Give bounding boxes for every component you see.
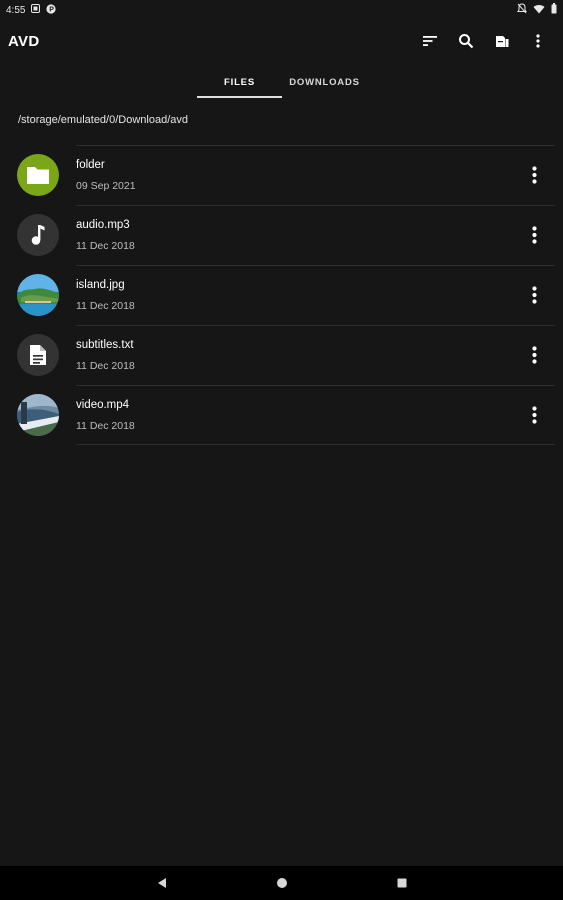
row-divider [76, 265, 555, 266]
file-date: 11 Dec 2018 [76, 420, 135, 432]
app-bar: AVD [0, 22, 563, 60]
more-options-icon[interactable] [523, 284, 545, 306]
file-date: 11 Dec 2018 [76, 300, 135, 312]
recents-icon[interactable] [391, 872, 413, 894]
row-divider [76, 385, 555, 386]
file-name: audio.mp3 [76, 219, 130, 231]
svg-text:P: P [50, 6, 55, 13]
document-icon [17, 334, 59, 376]
row-divider [76, 325, 555, 326]
app-actions [419, 30, 555, 52]
wifi-icon [533, 4, 545, 17]
current-path: /storage/emulated/0/Download/avd [18, 114, 188, 126]
more-options-icon[interactable] [523, 344, 545, 366]
tab-downloads-label: DOWNLOADS [289, 76, 360, 88]
battery-icon [551, 3, 557, 17]
row-divider [76, 205, 555, 206]
more-options-icon[interactable] [523, 224, 545, 246]
mute-icon [517, 3, 527, 17]
file-name: island.jpg [76, 279, 125, 291]
tab-files-label: FILES [224, 76, 255, 88]
p-app-icon: P [46, 3, 57, 17]
back-icon[interactable] [151, 872, 173, 894]
island-thumbnail [17, 274, 59, 316]
tab-downloads[interactable]: DOWNLOADS [282, 66, 367, 98]
notification-icon [31, 4, 41, 16]
status-bar: 4:55 P [0, 0, 563, 20]
file-row-video[interactable]: video.mp4 11 Dec 2018 [0, 385, 563, 445]
file-row-text[interactable]: subtitles.txt 11 Dec 2018 [0, 325, 563, 385]
file-name: video.mp4 [76, 399, 130, 411]
status-time: 4:55 [6, 4, 26, 16]
search-icon[interactable] [455, 30, 477, 52]
sort-icon[interactable] [419, 30, 441, 52]
file-name: subtitles.txt [76, 339, 134, 351]
more-options-icon[interactable] [523, 164, 545, 186]
home-icon[interactable] [271, 872, 293, 894]
file-row-image[interactable]: island.jpg 11 Dec 2018 [0, 265, 563, 325]
file-date: 11 Dec 2018 [76, 240, 135, 252]
row-divider [76, 444, 555, 445]
video-thumbnail [17, 394, 59, 436]
file-row-audio[interactable]: audio.mp3 11 Dec 2018 [0, 205, 563, 265]
row-divider [76, 145, 555, 146]
tab-files[interactable]: FILES [197, 66, 282, 98]
system-nav-bar [0, 866, 563, 900]
file-date: 09 Sep 2021 [76, 180, 136, 192]
file-name: folder [76, 159, 105, 171]
status-right [517, 3, 557, 17]
file-row-folder[interactable]: folder 09 Sep 2021 [0, 145, 563, 205]
file-date: 11 Dec 2018 [76, 360, 135, 372]
app-title: AVD [8, 32, 40, 50]
overflow-menu-icon[interactable] [527, 30, 549, 52]
file-list: folder 09 Sep 2021 audio.mp3 11 Dec 2018 [0, 145, 563, 445]
tab-bar: FILES DOWNLOADS [197, 66, 367, 98]
music-note-icon [17, 214, 59, 256]
folder-icon [17, 154, 59, 196]
more-options-icon[interactable] [523, 404, 545, 426]
status-left: 4:55 P [6, 3, 57, 17]
storage-icon[interactable] [491, 30, 513, 52]
